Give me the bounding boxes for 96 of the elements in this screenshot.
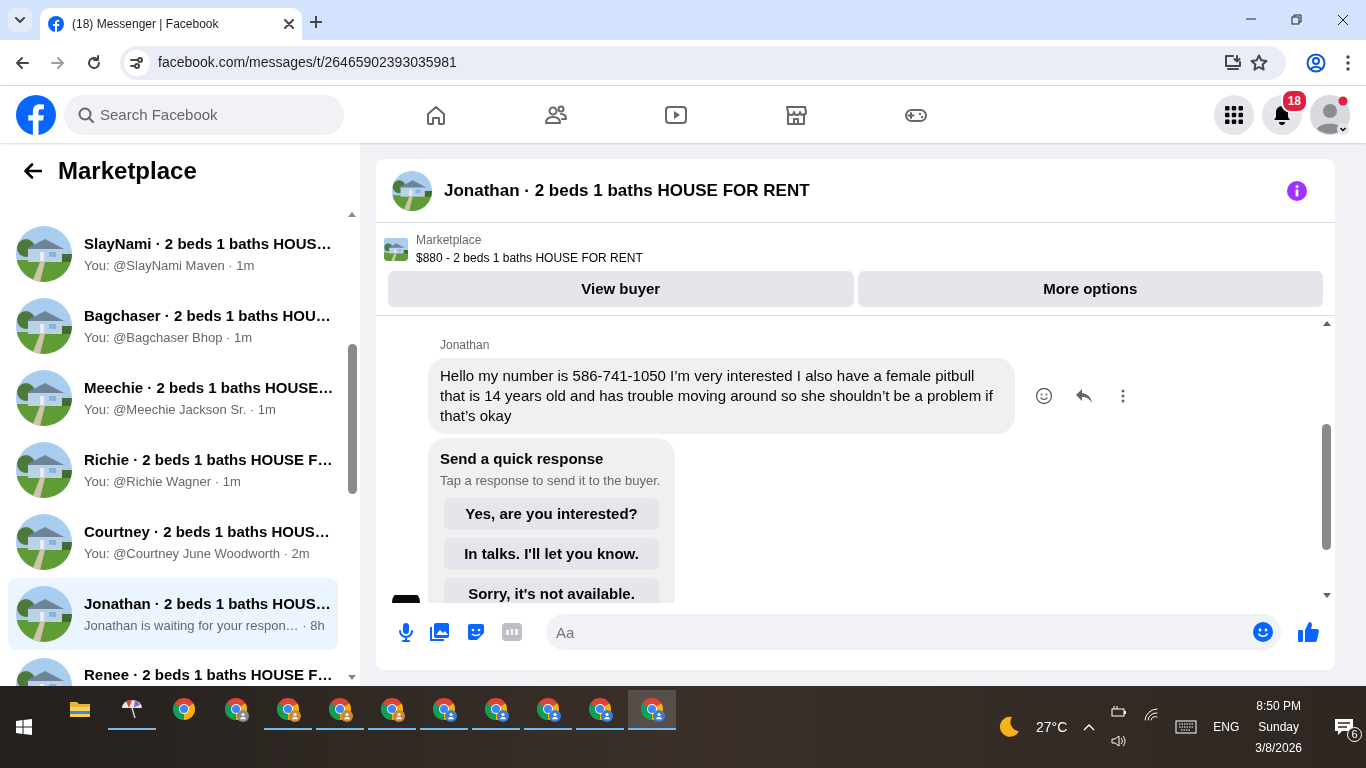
conversation-title: Meechie · 2 beds 1 baths HOUSE… [84, 378, 334, 398]
more-icon[interactable] [1121, 389, 1125, 403]
conversation-preview: You: @SlayNami Maven · 1m [84, 256, 256, 275]
account-button[interactable] [1310, 94, 1350, 135]
plus-icon [310, 16, 322, 28]
quick-response-button[interactable]: In talks. I'll let you know. [444, 538, 659, 570]
clock-date[interactable]: 3/8/2026 [1255, 737, 1302, 759]
close-icon [1337, 14, 1349, 26]
browser-tab[interactable]: (18) Messenger | Facebook [40, 8, 302, 40]
conversation-preview: You: @Richie Wagner · 1m [84, 472, 242, 491]
search-field[interactable]: Search Facebook [64, 94, 344, 135]
folder-icon [69, 699, 91, 719]
scroll-up-icon[interactable] [1323, 321, 1331, 326]
conversation-preview: You: @Meechie Jackson Sr. · 1m [84, 400, 277, 419]
microphone-icon[interactable] [398, 622, 414, 642]
notification-center-icon[interactable] [1334, 718, 1354, 737]
notification-badge: 18 [1280, 88, 1308, 113]
notification-count: 6 [1347, 727, 1362, 743]
facebook-icon [48, 16, 64, 32]
scrollbar-thumb[interactable] [1322, 424, 1331, 550]
info-icon[interactable] [1287, 180, 1307, 201]
menu-button[interactable] [1214, 94, 1254, 135]
conversation-item[interactable]: Jonathan · 2 beds 1 baths HOUS… Jonathan is waiting for your respon… · 8h [8, 578, 338, 650]
battery-icon[interactable] [1111, 706, 1128, 718]
conversation-title: Bagchaser · 2 beds 1 baths HOU… [84, 306, 331, 326]
more-menu-icon[interactable] [1346, 54, 1350, 71]
scrollbar-thumb[interactable] [348, 344, 357, 494]
install-app-icon[interactable] [1224, 54, 1242, 71]
conversation-title: Courtney · 2 beds 1 baths HOUS… [84, 522, 330, 542]
message-bubble: Hello my number is 586-741-1050 I’m very interested I also have a female pitbull that is 14 years old and has trouble moving around so she shouldn’t be a problem if that’s okay [428, 358, 1015, 434]
action-button[interactable]: More options [857, 271, 1323, 307]
quick-response-button[interactable]: Yes, are you interested? [444, 498, 659, 530]
conversation-title: SlayNami · 2 beds 1 baths HOUS… [84, 234, 332, 254]
url-text: facebook.com/messages/t/26465902393035981 [158, 53, 458, 72]
reply-icon[interactable] [1075, 388, 1093, 404]
forward-arrow-icon [50, 54, 66, 71]
scroll-down-icon[interactable] [348, 675, 356, 680]
chevron-up-icon[interactable] [1083, 723, 1096, 731]
caret-icon [15, 17, 25, 23]
avatar-icon [1310, 94, 1350, 135]
conversation-title: Richie · 2 beds 1 baths HOUSE F… [84, 450, 333, 470]
address-bar[interactable]: facebook.com/messages/t/26465902393035981 [120, 45, 1286, 80]
scroll-up-icon[interactable] [348, 212, 356, 217]
profile-icon[interactable] [1306, 52, 1326, 73]
quick-response-button[interactable]: Sorry, it's not available. [444, 578, 659, 603]
bookmark-star-icon[interactable] [1250, 53, 1268, 72]
wifi-icon[interactable] [1143, 708, 1160, 722]
volume-icon[interactable] [1111, 734, 1128, 748]
listing-label: Marketplace [416, 232, 483, 249]
clock-day[interactable]: Sunday [1255, 716, 1302, 738]
conversation-item[interactable]: Courtney · 2 beds 1 baths HOUS… You: @Courtney June Woodworth · 2m [8, 506, 338, 578]
conversation-item[interactable]: Richie · 2 beds 1 baths HOUSE F… You: @Richie Wagner · 1m [8, 434, 338, 506]
new-tab-button[interactable] [310, 16, 322, 28]
tab-close-button[interactable] [284, 19, 294, 29]
windows-logo-icon [16, 719, 32, 735]
listing-name: $880 - 2 beds 1 baths HOUSE FOR RENT [416, 250, 643, 267]
temperature: 27°C [1036, 717, 1068, 737]
keyboard-icon[interactable] [1175, 720, 1198, 734]
quick-response-hint: Tap a response to send it to the buyer. [440, 471, 662, 490]
search-icon [78, 106, 94, 123]
moon-icon [998, 716, 1020, 738]
photo-icon[interactable] [430, 622, 450, 642]
conversation-item[interactable]: Bagchaser · 2 beds 1 baths HOU… You: @Bagchaser Bhop · 1m [8, 290, 338, 362]
restore-icon [1291, 14, 1303, 26]
back-arrow-icon [24, 163, 42, 179]
action-button[interactable]: View buyer [388, 271, 854, 307]
language-indicator[interactable]: ENG [1213, 718, 1240, 736]
sticker-icon[interactable] [466, 622, 486, 642]
emoji-icon[interactable] [1253, 622, 1273, 642]
scroll-down-icon[interactable] [1323, 593, 1331, 598]
back-arrow-icon [14, 54, 30, 71]
sender-name: Jonathan [440, 337, 491, 354]
conversation-preview: You: @Courtney June Woodworth · 2m [84, 544, 311, 563]
tab-list-button[interactable] [8, 8, 32, 32]
panel-title: Marketplace [58, 156, 197, 186]
conversation-preview: Jonathan is waiting for your respon… · 8h [84, 616, 326, 635]
conversation-preview: You: @Bagchaser Bhop · 1m [84, 328, 254, 347]
clock-time[interactable]: 8:50 PM [1255, 695, 1302, 717]
message-field[interactable]: Aa [546, 614, 1281, 650]
umbrella-icon [120, 698, 144, 720]
grid-menu-icon [1224, 104, 1244, 125]
tab-title: (18) Messenger | Facebook [72, 16, 220, 33]
thumbs-up-icon[interactable] [1297, 621, 1319, 643]
close-icon [284, 19, 294, 29]
back-button[interactable] [24, 163, 42, 179]
conversation-item[interactable]: Meechie · 2 beds 1 baths HOUSE… You: @Meechie Jackson Sr. · 1m [8, 362, 338, 434]
chat-title: Jonathan · 2 beds 1 baths HOUSE FOR RENT [444, 179, 810, 202]
site-settings-icon[interactable] [130, 55, 144, 70]
quick-response-title: Send a quick response [440, 449, 605, 469]
reload-icon [86, 54, 102, 71]
conversation-title: Jonathan · 2 beds 1 baths HOUS… [84, 594, 331, 614]
conversation-item[interactable]: SlayNami · 2 beds 1 baths HOUS… You: @SlayNami Maven · 1m [8, 218, 338, 290]
emoji-icon[interactable] [1035, 387, 1053, 405]
facebook-logo[interactable] [16, 94, 56, 135]
chrome-icon [172, 697, 196, 721]
conversation-title: Renee · 2 beds 1 baths HOUSE F… [84, 665, 333, 685]
